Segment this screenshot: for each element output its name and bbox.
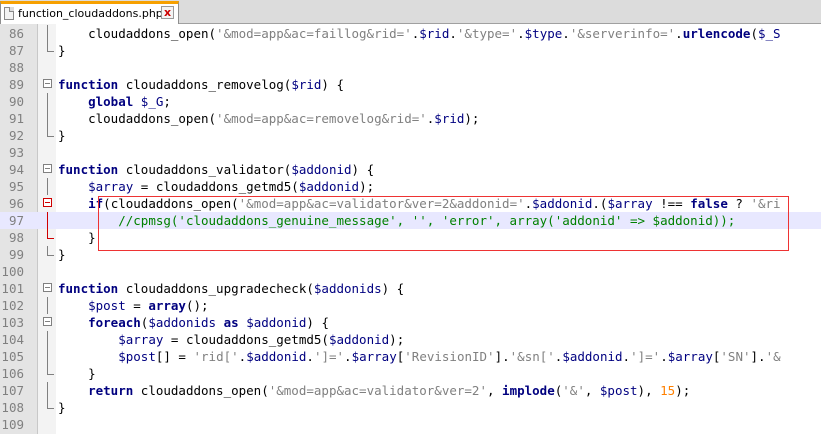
code-text: $post = array(); xyxy=(88,298,209,313)
fold-end-marker xyxy=(47,246,54,256)
fold-toggle-icon[interactable] xyxy=(43,164,52,173)
code-text: cloudaddons_open('&mod=app&ac=removelog&… xyxy=(58,111,480,126)
code-text: } xyxy=(58,43,66,58)
line-number: 96 xyxy=(8,196,24,211)
code-line[interactable]: 88 xyxy=(0,59,821,76)
code-line[interactable]: 106 } xyxy=(0,365,821,382)
code-line[interactable]: 101 function cloudaddons_upgradecheck($ad… xyxy=(0,280,821,297)
code-line[interactable]: 93 xyxy=(0,144,821,161)
code-line[interactable]: 86 cloudaddons_open('&mod=app&ac=faillog… xyxy=(0,25,821,42)
line-number: 89 xyxy=(8,77,24,92)
fold-guide-line xyxy=(47,25,48,42)
code-text: } xyxy=(58,366,96,381)
code-text: return cloudaddons_open('&mod=app&ac=val… xyxy=(88,383,691,398)
line-number: 100 xyxy=(1,264,24,279)
fold-toggle-icon[interactable] xyxy=(43,317,52,326)
code-line[interactable]: 108} xyxy=(0,399,821,416)
code-text: cloudaddons_open('&mod=app&ac=faillog&ri… xyxy=(58,26,781,41)
file-icon xyxy=(4,7,14,20)
line-number: 101 xyxy=(1,281,24,296)
fold-end-marker xyxy=(47,399,54,409)
code-text: $post[] = 'rid['.$addonid.']='.$array['R… xyxy=(118,349,781,364)
code-text: $array = cloudaddons_getmd5($addonid); xyxy=(118,332,405,347)
line-number: 108 xyxy=(1,400,24,415)
line-number: 109 xyxy=(1,417,24,432)
line-number: 90 xyxy=(8,94,24,109)
code-line[interactable]: 94 function cloudaddons_validator($addoni… xyxy=(0,161,821,178)
code-line[interactable]: 105 $post[] = 'rid['.$addonid.']='.$arra… xyxy=(0,348,821,365)
code-line[interactable]: 103 foreach($addonids as $addonid) { xyxy=(0,314,821,331)
code-line[interactable]: 107 return cloudaddons_open('&mod=app&ac… xyxy=(0,382,821,399)
code-line[interactable]: 104 $array = cloudaddons_getmd5($addonid… xyxy=(0,331,821,348)
code-line[interactable]: 100 xyxy=(0,263,821,280)
line-number: 102 xyxy=(1,298,24,313)
code-text: function cloudaddons_upgradecheck($addon… xyxy=(58,281,405,296)
fold-guide-line xyxy=(47,212,48,229)
tab-title: function_cloudaddons.php xyxy=(18,7,163,20)
line-number: 92 xyxy=(8,128,24,143)
fold-guide-line xyxy=(47,382,48,399)
code-line[interactable]: 87} xyxy=(0,42,821,59)
file-tab[interactable]: function_cloudaddons.php x xyxy=(0,1,179,24)
code-text: function cloudaddons_validator($addonid)… xyxy=(58,162,375,177)
line-number: 86 xyxy=(8,26,24,41)
fold-guide-line xyxy=(47,178,48,195)
fold-guide-line xyxy=(47,110,48,127)
fold-toggle-icon[interactable] xyxy=(43,79,52,88)
line-number: 94 xyxy=(8,162,24,177)
line-number: 99 xyxy=(8,247,24,262)
fold-guide-line xyxy=(47,331,48,348)
fold-end-marker xyxy=(47,229,54,239)
line-number: 87 xyxy=(8,43,24,58)
line-number: 93 xyxy=(8,145,24,160)
code-text: global $_G; xyxy=(88,94,171,109)
code-line[interactable]: 109 xyxy=(0,416,821,433)
fold-end-marker xyxy=(47,127,54,137)
line-number: 95 xyxy=(8,179,24,194)
fold-end-marker xyxy=(47,42,54,52)
code-text: } xyxy=(58,247,66,262)
line-number: 105 xyxy=(1,349,24,364)
code-line[interactable]: 95 $array = cloudaddons_getmd5($addonid)… xyxy=(0,178,821,195)
line-number: 98 xyxy=(8,230,24,245)
highlight-box xyxy=(98,196,789,251)
code-text: function cloudaddons_removelog($rid) { xyxy=(58,77,344,92)
close-tab-icon[interactable]: x xyxy=(161,6,174,19)
line-number: 88 xyxy=(8,60,24,75)
tab-bar: function_cloudaddons.php x xyxy=(0,0,821,24)
line-number: 104 xyxy=(1,332,24,347)
fold-guide-line xyxy=(47,93,48,110)
line-number: 107 xyxy=(1,383,24,398)
code-line[interactable]: 91 cloudaddons_open('&mod=app&ac=removel… xyxy=(0,110,821,127)
line-number: 106 xyxy=(1,366,24,381)
fold-toggle-icon[interactable] xyxy=(43,198,52,207)
code-text: foreach($addonids as $addonid) { xyxy=(88,315,329,330)
code-text: $array = cloudaddons_getmd5($addonid); xyxy=(88,179,375,194)
fold-guide-line xyxy=(47,297,48,314)
fold-guide-line xyxy=(47,348,48,365)
code-text: } xyxy=(58,230,96,245)
line-number: 103 xyxy=(1,315,24,330)
code-text: } xyxy=(58,128,66,143)
code-text: } xyxy=(58,400,66,415)
fold-toggle-icon[interactable] xyxy=(43,283,52,292)
code-line[interactable]: 92} xyxy=(0,127,821,144)
line-number: 91 xyxy=(8,111,24,126)
code-line[interactable]: 90 global $_G; xyxy=(0,93,821,110)
line-number: 97 xyxy=(8,213,24,228)
fold-end-marker xyxy=(47,365,54,375)
code-line[interactable]: 89 function cloudaddons_removelog($rid) { xyxy=(0,76,821,93)
code-line[interactable]: 102 $post = array(); xyxy=(0,297,821,314)
